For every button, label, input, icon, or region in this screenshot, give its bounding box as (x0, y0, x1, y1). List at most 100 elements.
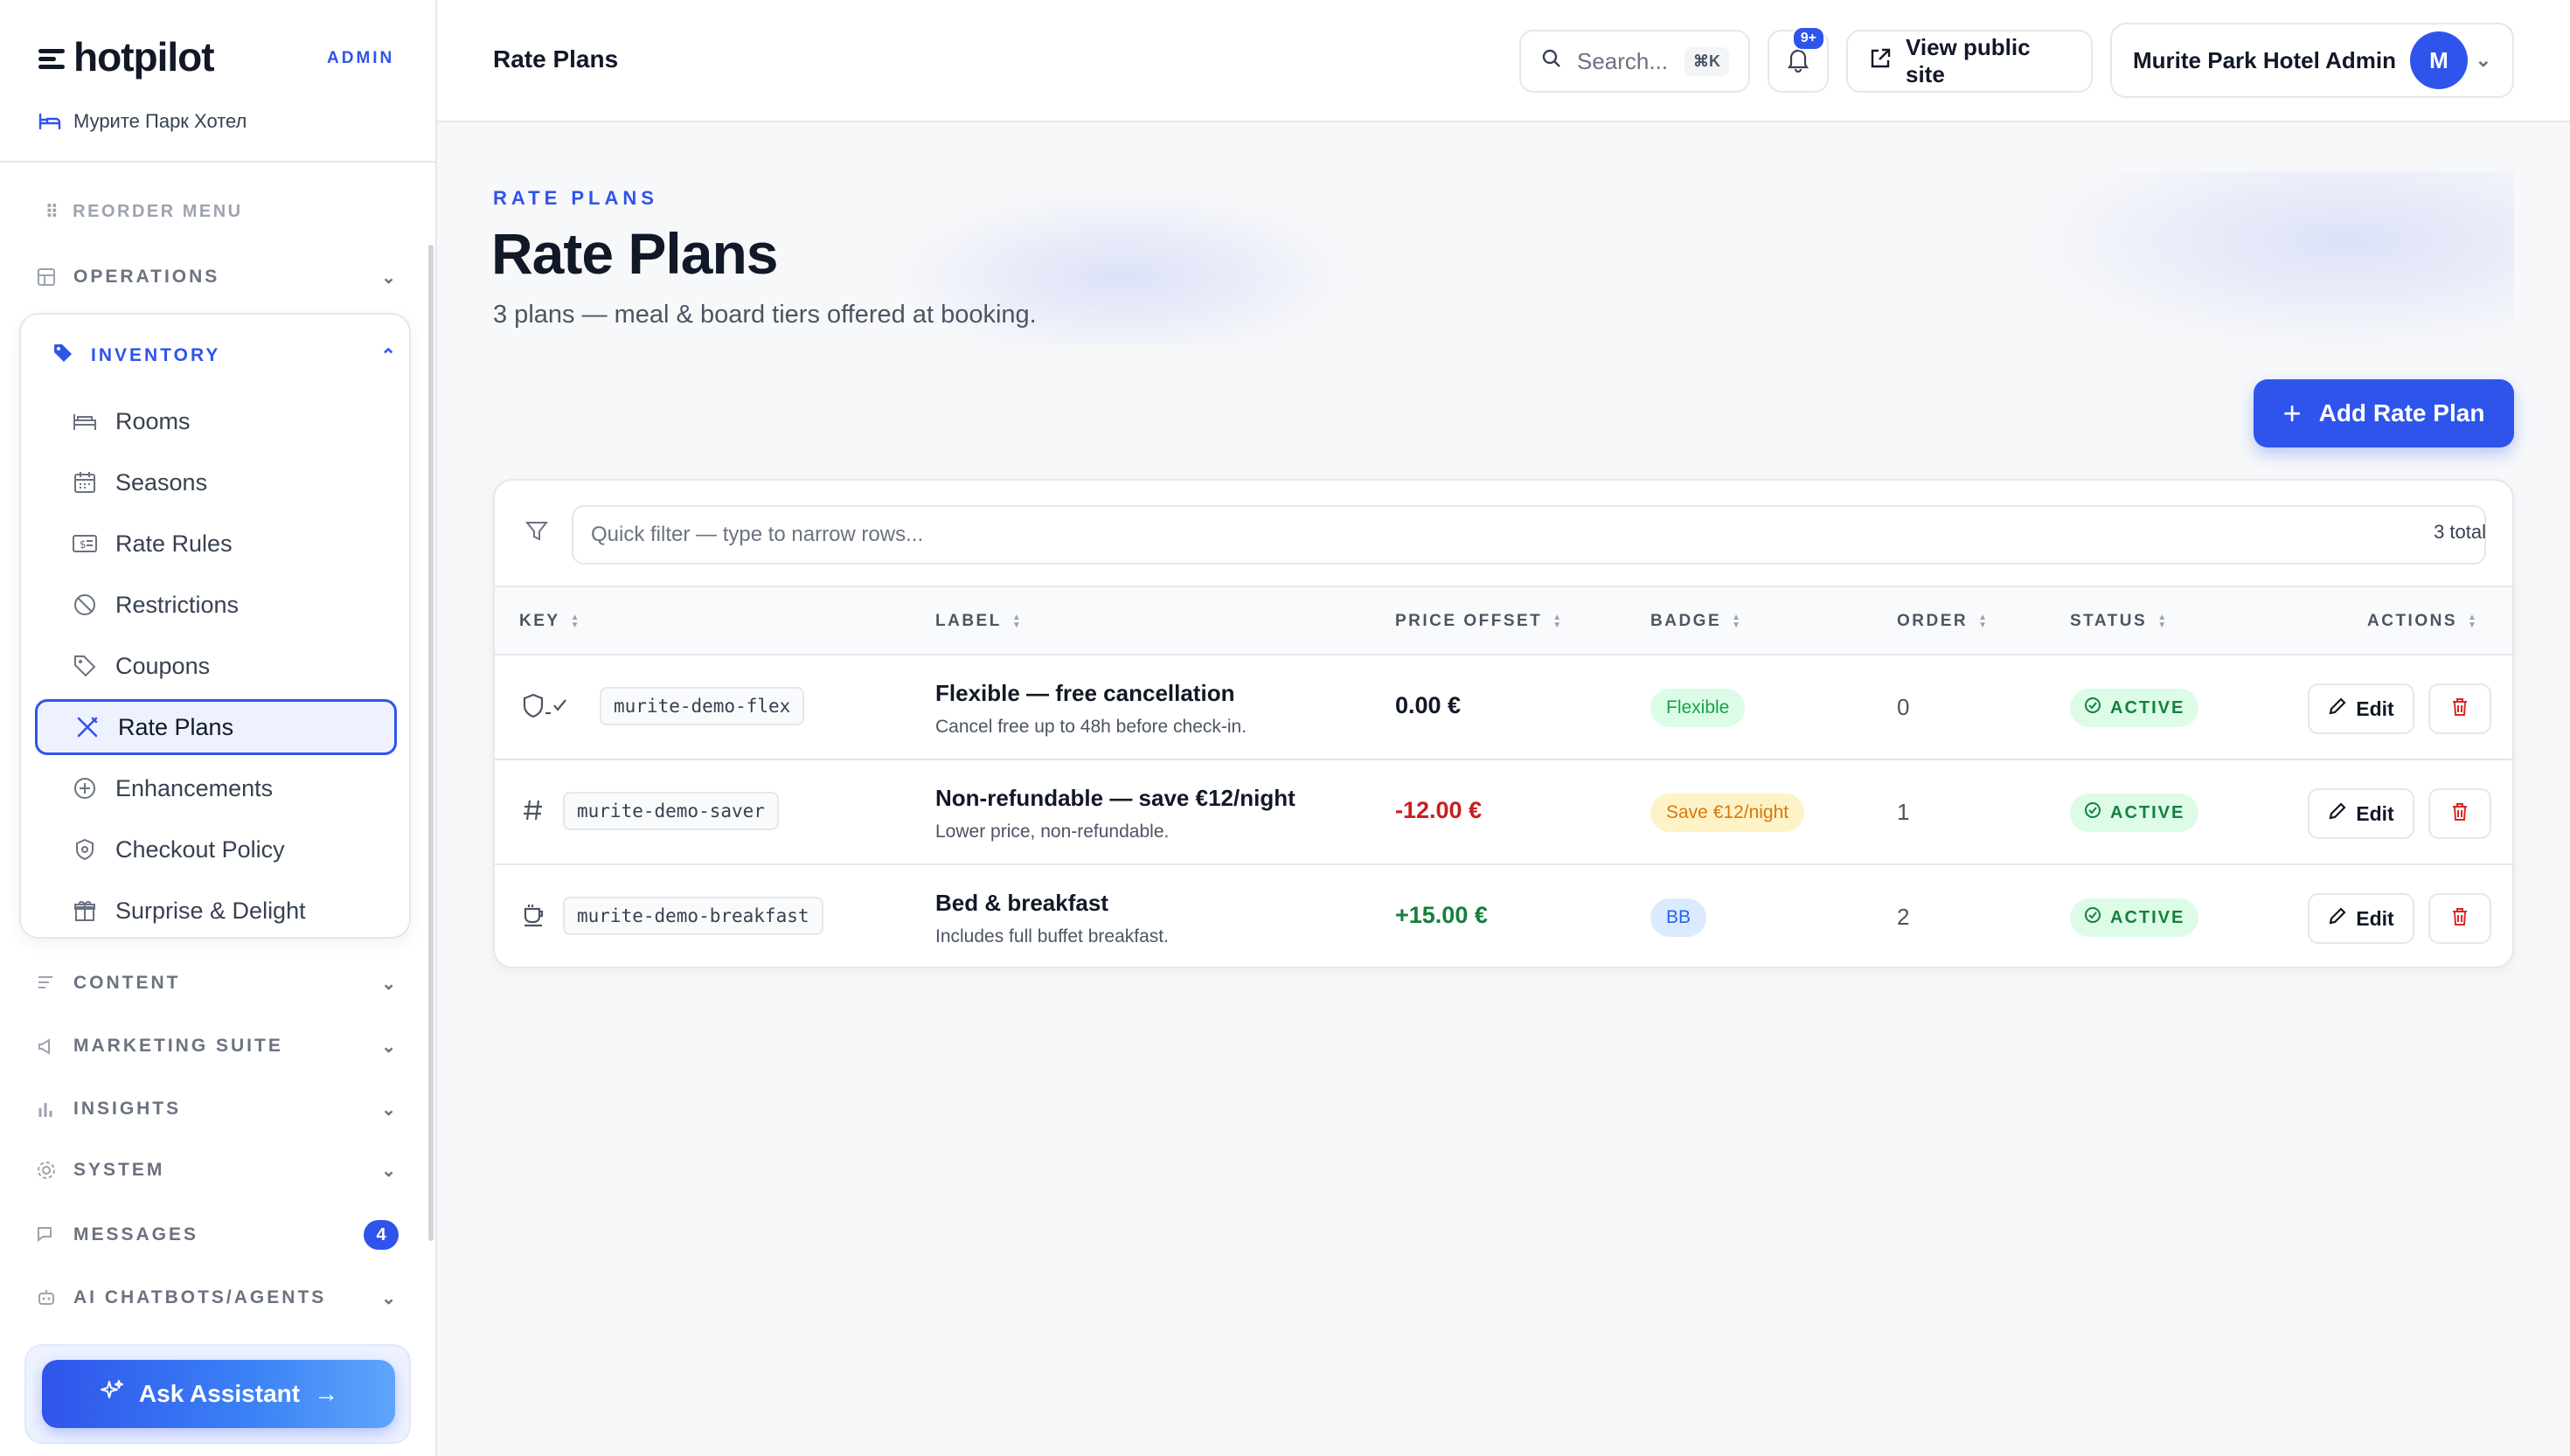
column-header-order[interactable]: ORDER ▲ ▼ (1897, 612, 1990, 631)
check-circle-icon (2084, 801, 2101, 824)
sort-icon: ▲ ▼ (1732, 613, 1743, 630)
sidebar-item-rate-rules[interactable]: $ Rate Rules (35, 516, 397, 572)
search-placeholder: Search... (1577, 47, 1669, 74)
edit-button[interactable]: Edit (2308, 683, 2414, 734)
edit-button[interactable]: Edit (2308, 788, 2414, 839)
add-rate-plan-label: Add Rate Plan (2318, 399, 2485, 426)
sidebar-item-restrictions[interactable]: Restrictions (35, 577, 397, 633)
status-badge: ACTIVE (2070, 689, 2199, 727)
column-header-key[interactable]: KEY ▲ ▼ (519, 612, 581, 631)
column-header-actions[interactable]: ACTIONS ▲ ▼ (2367, 612, 2478, 631)
sidebar-item-label: Coupons (115, 652, 211, 679)
drag-handle-icon: ⠿ (45, 203, 61, 222)
trash-icon (2450, 801, 2469, 827)
column-header-price-offset[interactable]: PRICE OFFSET ▲ ▼ (1395, 612, 1564, 631)
plan-label: Bed & breakfast (935, 890, 1108, 916)
external-link-icon (1869, 47, 1892, 76)
nav-group-content[interactable]: CONTENT ⌄ (35, 972, 399, 995)
sort-icon: ▲ ▼ (570, 613, 581, 630)
sort-icon: ▲ ▼ (2468, 613, 2479, 630)
delete-button[interactable] (2428, 893, 2491, 944)
chevron-down-icon: ⌄ (2475, 49, 2491, 71)
page-subtitle: 3 plans — meal & board tiers offered at … (493, 301, 1037, 329)
chevron-down-icon: ⌄ (381, 1161, 399, 1181)
reorder-label: REORDER MENU (73, 202, 243, 221)
add-rate-plan-button[interactable]: + Add Rate Plan (2254, 379, 2514, 447)
nav-group-marketing[interactable]: MARKETING SUITE ⌄ (35, 1035, 399, 1057)
public-site-label: View public site (1906, 34, 2031, 87)
view-public-site-button[interactable]: View public site (1846, 30, 2093, 93)
arrow-right-icon: → (314, 1380, 339, 1407)
sidebar-item-checkout-policy[interactable]: Checkout Policy (35, 822, 397, 877)
column-header-badge[interactable]: BADGE ▲ ▼ (1650, 612, 1743, 631)
plan-order: 0 (1897, 694, 1910, 720)
text-icon (35, 972, 58, 995)
plan-description: Cancel free up to 48h before check-in. (935, 717, 1247, 737)
status-label: ACTIVE (2110, 697, 2185, 718)
plan-description: Includes full buffet breakfast. (935, 926, 1169, 946)
assistant-label: Ask Assistant (138, 1380, 301, 1407)
utensils-icon (73, 712, 102, 742)
tag-icon (70, 651, 100, 681)
bed-icon (38, 113, 61, 130)
hotel-switcher[interactable]: Мурите Парк Хотел (38, 110, 247, 133)
edit-button[interactable]: Edit (2308, 893, 2414, 944)
nav-group-operations[interactable]: OPERATIONS ⌄ (35, 266, 399, 288)
nav-group-ai[interactable]: AI CHATBOTS/AGENTS ⌄ (35, 1286, 399, 1309)
nav-group-label: SYSTEM (73, 1160, 165, 1180)
search-icon (1540, 47, 1563, 76)
quick-filter-input[interactable]: Quick filter — type to narrow rows... (572, 505, 2486, 565)
sidebar-item-rate-plans[interactable]: Rate Plans (35, 699, 397, 755)
sidebar-item-surprise-delight[interactable]: Surprise & Delight (35, 883, 397, 939)
trash-icon (2450, 906, 2469, 932)
reorder-menu-button[interactable]: ⠿ REORDER MENU (45, 201, 243, 223)
table-row[interactable]: murite-demo-breakfast Bed & breakfast In… (495, 865, 2512, 967)
sidebar-item-label: Restrictions (115, 591, 240, 618)
shield-icon (70, 835, 100, 864)
chevron-down-icon: ⌄ (381, 1037, 399, 1057)
brand-logo[interactable]: hotpilot (38, 33, 215, 80)
breadcrumb: Rate Plans (493, 45, 619, 73)
ask-assistant-button[interactable]: Ask Assistant → (42, 1360, 395, 1428)
status-label: ACTIVE (2110, 802, 2185, 822)
user-menu[interactable]: Murite Park Hotel Admin M ⌄ (2110, 23, 2514, 98)
hash-icon (521, 797, 545, 828)
column-label: BADGE (1650, 612, 1722, 630)
sidebar-item-rooms[interactable]: Rooms (35, 393, 397, 449)
nav-group-inventory[interactable]: INVENTORY ⌃ (52, 343, 399, 369)
filter-bar: Quick filter — type to narrow rows... 3 … (495, 481, 2512, 587)
sidebar-item-enhancements[interactable]: Enhancements (35, 760, 397, 816)
delete-button[interactable] (2428, 683, 2491, 734)
column-header-label[interactable]: LABEL ▲ ▼ (935, 612, 1023, 631)
status-label: ACTIVE (2110, 907, 2185, 927)
chevron-down-icon: ⌄ (381, 267, 399, 288)
layout-icon (35, 266, 58, 288)
sidebar-item-label: Rooms (115, 407, 191, 434)
nav-group-insights[interactable]: INSIGHTS ⌄ (35, 1098, 399, 1120)
sidebar-item-label: Rate Plans (118, 713, 234, 740)
nav-group-label: MESSAGES (73, 1224, 199, 1245)
plan-badge: Save €12/night (1650, 794, 1805, 832)
status-badge: ACTIVE (2070, 898, 2199, 937)
column-label: KEY (519, 612, 560, 630)
nav-group-label: CONTENT (73, 973, 181, 993)
table-row[interactable]: murite-demo-flex Flexible — free cancell… (495, 655, 2512, 760)
sidebar-scrollbar[interactable] (428, 245, 434, 1241)
column-label: ORDER (1897, 612, 1969, 630)
svg-text:$: $ (80, 538, 87, 551)
user-name: Murite Park Hotel Admin (2133, 46, 2396, 73)
sidebar-item-coupons[interactable]: Coupons (35, 638, 397, 694)
nav-group-system[interactable]: SYSTEM ⌄ (35, 1159, 399, 1182)
chat-icon (35, 1224, 58, 1246)
notifications-button[interactable]: 9+ (1768, 26, 1829, 93)
price-offset: -12.00 € (1395, 797, 1483, 823)
column-header-status[interactable]: STATUS ▲ ▼ (2070, 612, 2169, 631)
nav-group-messages[interactable]: MESSAGES 4 (35, 1220, 399, 1250)
table-row[interactable]: murite-demo-saver Non-refundable — save … (495, 760, 2512, 865)
shield-check-icon (521, 692, 568, 725)
plan-description: Lower price, non-refundable. (935, 822, 1170, 842)
delete-button[interactable] (2428, 788, 2491, 839)
sidebar-item-seasons[interactable]: Seasons (35, 454, 397, 510)
gift-icon (70, 896, 100, 926)
search-input[interactable]: Search... ⌘K (1519, 30, 1750, 93)
